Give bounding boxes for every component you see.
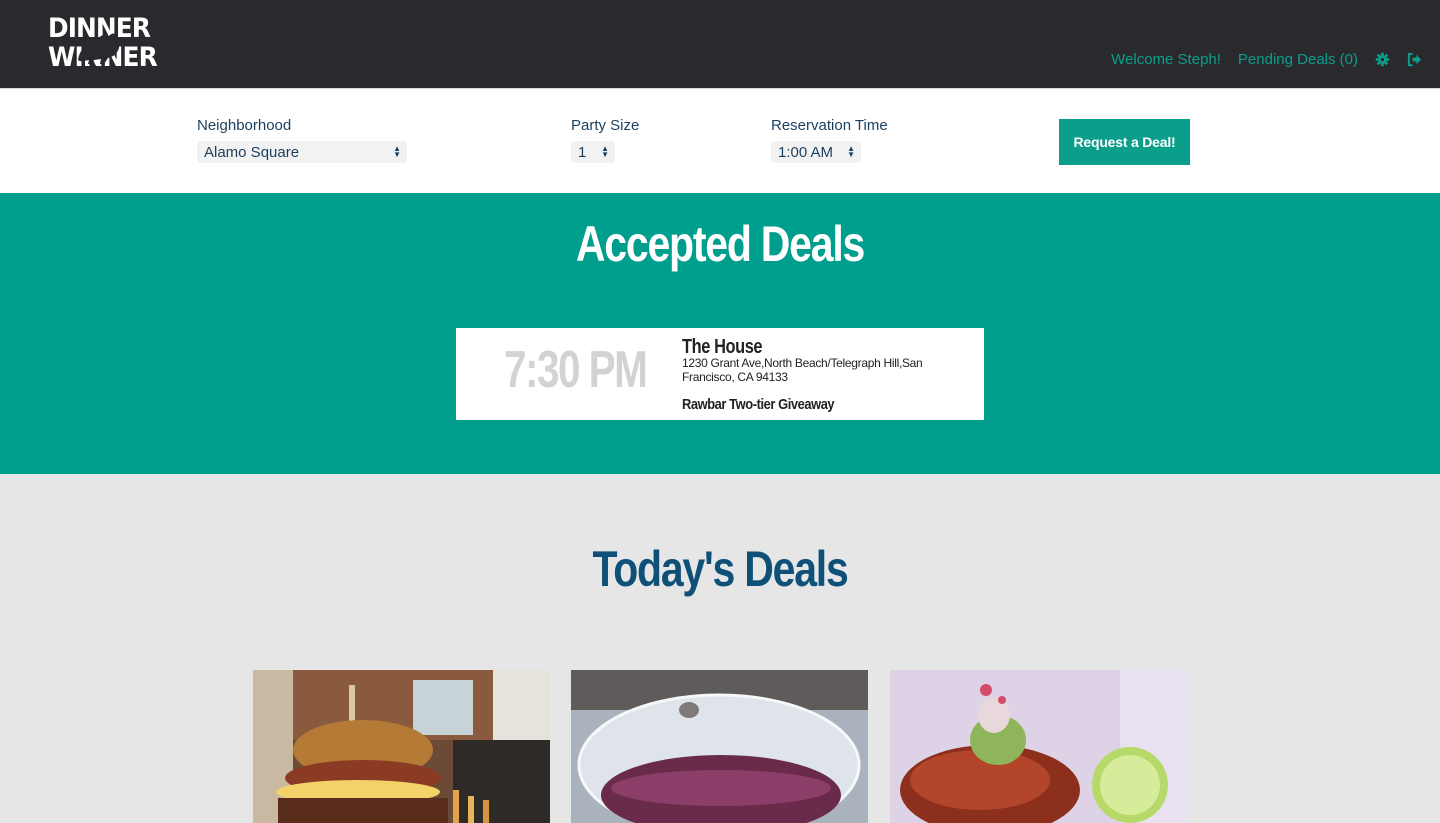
select-arrows-icon: ▲ ▼	[847, 144, 855, 159]
todays-deals-heading: Today's Deals	[592, 541, 848, 597]
deal-tile-drink[interactable]	[571, 670, 868, 823]
top-navbar: DINNER WINNER Welcome Steph! Pending Dea…	[0, 0, 1440, 88]
user-nav: Welcome Steph! Pending Deals (0)	[1111, 51, 1422, 68]
pending-deals-link[interactable]: Pending Deals (0)	[1238, 51, 1358, 68]
deal-time: 7:30 PM	[504, 341, 648, 399]
dinner-winner-logo[interactable]: DINNER WINNER	[48, 14, 158, 76]
reservation-time-value: 1:00 AM	[778, 143, 834, 161]
party-size-label: Party Size	[571, 117, 640, 134]
rooster-icon	[78, 33, 121, 64]
burger-photo	[253, 670, 550, 823]
accepted-deals-section: Accepted Deals 7:30 PM The House 1230 Gr…	[0, 193, 1440, 474]
accepted-deal-card[interactable]: 7:30 PM The House 1230 Grant Ave,North B…	[456, 328, 984, 420]
gear-icon[interactable]	[1375, 52, 1390, 67]
select-arrows-icon: ▲ ▼	[601, 144, 609, 159]
neighborhood-label: Neighborhood	[197, 117, 292, 134]
wine-glass-photo	[571, 670, 868, 823]
request-deal-button[interactable]: Request a Deal!	[1059, 119, 1190, 165]
reservation-time-select[interactable]: 1:00 AM ▲ ▼	[771, 141, 861, 163]
neighborhood-select[interactable]: Alamo Square ▲ ▼	[197, 141, 407, 163]
party-size-field: Party Size 1 ▲ ▼	[571, 117, 639, 163]
party-size-value: 1	[578, 143, 587, 161]
accepted-deals-heading: Accepted Deals	[575, 216, 865, 272]
grilled-fish-photo	[890, 670, 1187, 823]
sign-out-icon[interactable]	[1407, 52, 1422, 67]
welcome-link[interactable]: Welcome Steph!	[1111, 51, 1221, 68]
neighborhood-field: Neighborhood Alamo Square ▲ ▼	[197, 117, 407, 163]
deal-offer: Rawbar Two-tier Giveaway	[682, 396, 835, 413]
deal-tile-fish[interactable]	[890, 670, 1187, 823]
reservation-time-field: Reservation Time 1:00 AM ▲ ▼	[771, 117, 888, 163]
neighborhood-value: Alamo Square	[204, 143, 300, 161]
deal-request-form: Neighborhood Alamo Square ▲ ▼ Party Size …	[0, 88, 1440, 193]
select-arrows-icon: ▲ ▼	[393, 144, 401, 159]
reservation-time-label: Reservation Time	[771, 117, 888, 134]
deal-address: 1230 Grant Ave,North Beach/Telegraph Hil…	[682, 356, 923, 384]
deal-tile-burger[interactable]	[253, 670, 550, 823]
party-size-select[interactable]: 1 ▲ ▼	[571, 141, 615, 163]
